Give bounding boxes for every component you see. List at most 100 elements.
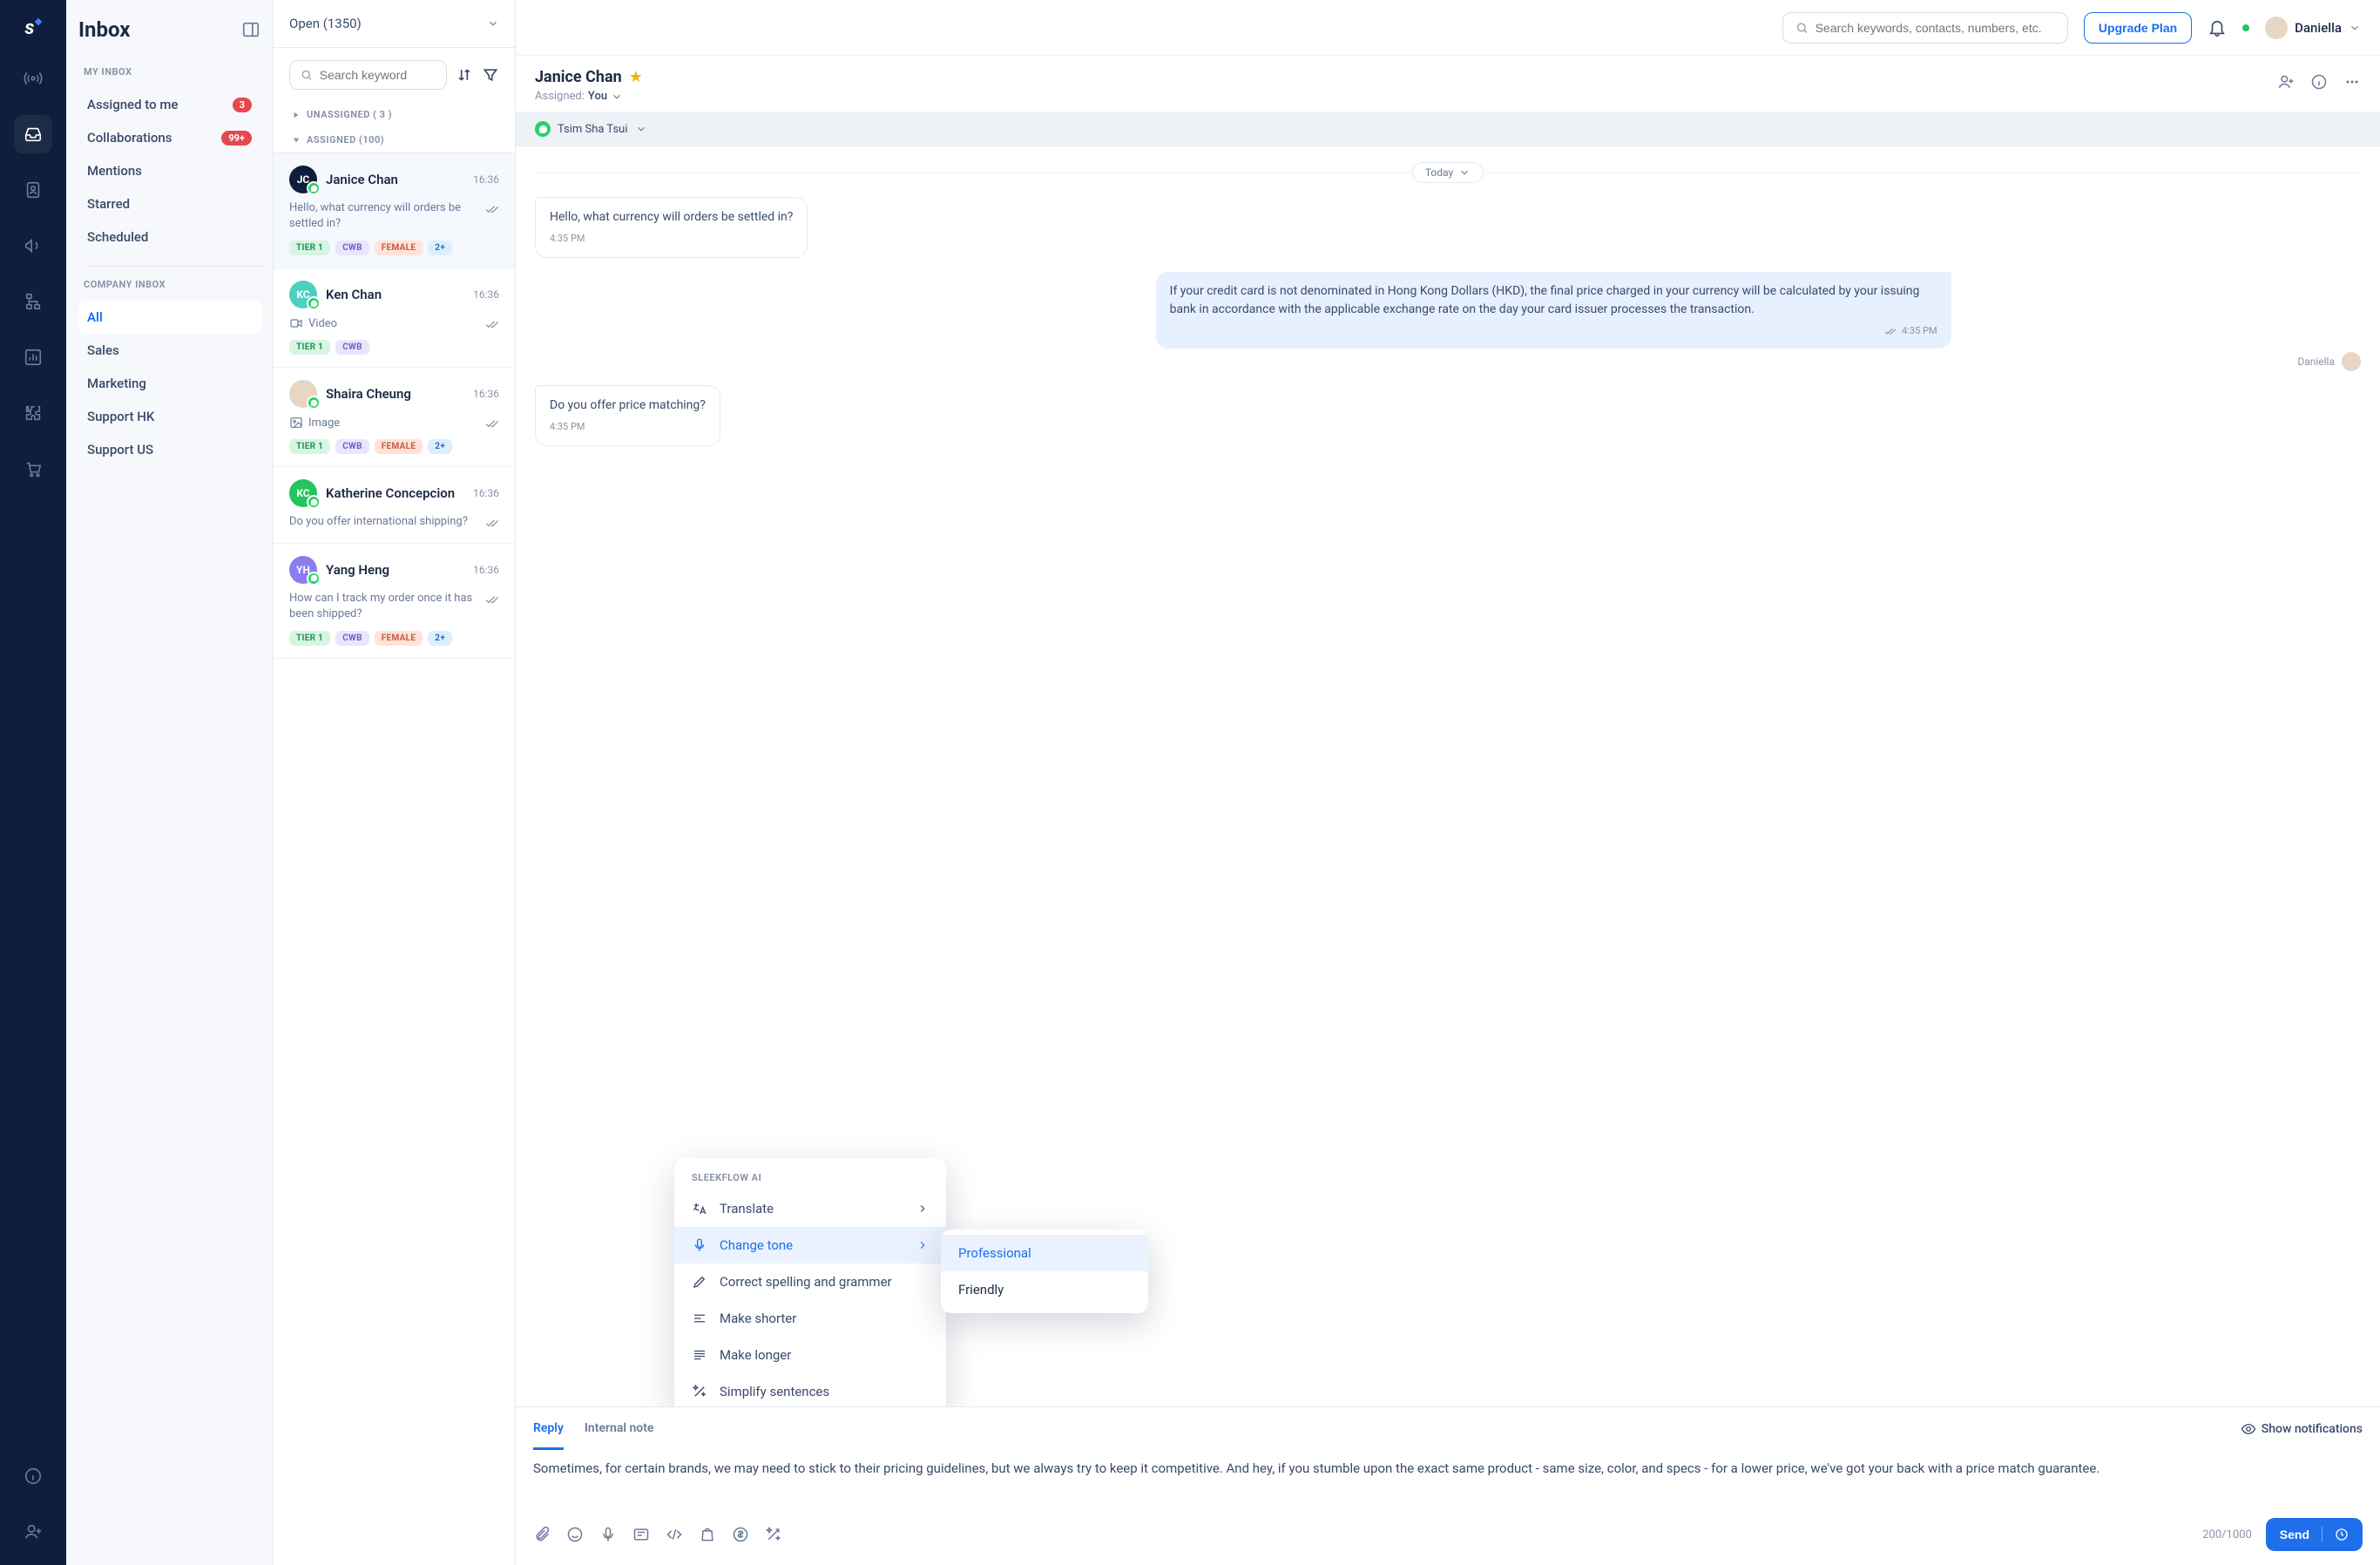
- show-notif-label: Show notifications: [2262, 1422, 2363, 1436]
- rail-flows[interactable]: [14, 282, 52, 321]
- conversation-item[interactable]: Shaira Cheung 16:36 ImageTIER 1CWBFEMALE…: [274, 368, 515, 467]
- message-in: Do you offer price matching? 4:35 PM: [535, 385, 720, 446]
- channel-selector[interactable]: Tsim Sha Tsui: [516, 112, 2380, 146]
- conversation-item[interactable]: YH Yang Heng 16:36 How can I track my or…: [274, 544, 515, 659]
- sidebar-collaborations[interactable]: Collaborations99+: [78, 121, 262, 154]
- double-check-icon: [485, 202, 499, 216]
- message-time: 4:35 PM: [550, 420, 706, 435]
- tag: 2+: [428, 241, 452, 255]
- badge: 3: [233, 98, 252, 112]
- ai-menu: SLEEKFLOW AI TranslateChange toneCorrect…: [674, 1158, 946, 1406]
- sidebar-all[interactable]: All: [78, 301, 262, 334]
- bell-icon[interactable]: [2208, 18, 2227, 37]
- emoji-icon[interactable]: [566, 1526, 584, 1543]
- contacts-icon: [24, 180, 43, 200]
- date-divider[interactable]: Today: [1412, 162, 1484, 183]
- status-filter[interactable]: Open (1350): [274, 0, 515, 48]
- unassigned-group[interactable]: UNASSIGNED ( 3 ): [274, 102, 515, 127]
- rail-contacts[interactable]: [14, 171, 52, 209]
- user-menu[interactable]: Daniella: [2265, 17, 2361, 39]
- ai-tone-option[interactable]: Professional: [941, 1235, 1148, 1271]
- ai-magic-icon[interactable]: [765, 1526, 782, 1543]
- send-label: Send: [2280, 1528, 2309, 1541]
- filter-icon[interactable]: [482, 66, 499, 84]
- sort-icon[interactable]: [456, 66, 473, 84]
- nav-rail: s: [0, 0, 66, 1565]
- ai-item-longer[interactable]: Make longer: [674, 1337, 946, 1373]
- rail-campaigns[interactable]: [14, 227, 52, 265]
- schedule-icon[interactable]: [2335, 1528, 2349, 1541]
- rail-inbox[interactable]: [14, 115, 52, 153]
- rail-invite[interactable]: [14, 1513, 52, 1551]
- sidebar-marketing[interactable]: Marketing: [78, 367, 262, 400]
- ai-item-shorter[interactable]: Make shorter: [674, 1300, 946, 1337]
- sidebar-mentions[interactable]: Mentions: [78, 154, 262, 187]
- whatsapp-badge: [307, 296, 321, 310]
- search-input[interactable]: [320, 68, 436, 82]
- time: 16:36: [473, 288, 499, 301]
- panel-collapse-icon[interactable]: [241, 20, 260, 39]
- product-icon[interactable]: [699, 1526, 716, 1543]
- upgrade-plan-button[interactable]: Upgrade Plan: [2084, 12, 2192, 44]
- preview-text: Do you offer international shipping?: [289, 514, 478, 530]
- star-icon[interactable]: ★: [629, 68, 643, 86]
- rail-broadcast[interactable]: [14, 59, 52, 98]
- sidebar-starred[interactable]: Starred: [78, 187, 262, 220]
- tag: FEMALE: [375, 241, 423, 255]
- rail-integrations[interactable]: [14, 394, 52, 432]
- megaphone-icon: [24, 236, 43, 255]
- assign-user-icon[interactable]: [2277, 73, 2295, 91]
- voice-icon[interactable]: [599, 1526, 617, 1543]
- show-notifications[interactable]: Show notifications: [2241, 1421, 2363, 1437]
- tab-internal-note[interactable]: Internal note: [585, 1407, 654, 1450]
- ai-tone-option[interactable]: Friendly: [941, 1271, 1148, 1308]
- tag: 2+: [428, 631, 452, 646]
- ai-item-mic[interactable]: Change tone: [674, 1227, 946, 1264]
- rail-info[interactable]: [14, 1457, 52, 1495]
- assigned-to: You: [588, 90, 607, 103]
- sidebar-item-label: Mentions: [87, 163, 142, 179]
- chevron-right-icon: [916, 1239, 929, 1251]
- ai-item-simplify[interactable]: Simplify sentences: [674, 1373, 946, 1406]
- tag: TIER 1: [289, 241, 330, 255]
- conversation-item[interactable]: KC Katherine Concepcion 16:36 Do you off…: [274, 467, 515, 543]
- main-panel: Upgrade Plan Daniella Janice Chan ★ Assi…: [516, 0, 2380, 1565]
- send-button[interactable]: Send: [2266, 1518, 2363, 1551]
- conversation-item[interactable]: JC Janice Chan 16:36 Hello, what currenc…: [274, 153, 515, 268]
- more-icon[interactable]: [2343, 73, 2361, 91]
- compose-textarea[interactable]: Sometimes, for certain brands, we may ne…: [516, 1450, 2380, 1511]
- assigned-row[interactable]: Assigned: You: [535, 90, 643, 103]
- rail-commerce[interactable]: [14, 450, 52, 488]
- contact-name: Janice Chan: [535, 68, 622, 86]
- sidebar-sales[interactable]: Sales: [78, 334, 262, 367]
- sidebar-item-label: Assigned to me: [87, 97, 178, 112]
- user-plus-icon: [24, 1522, 43, 1541]
- whatsapp-badge: [307, 396, 321, 410]
- message-text: Do you offer price matching?: [550, 396, 706, 415]
- search-conversations[interactable]: [289, 60, 447, 90]
- sidebar-support-hk[interactable]: Support HK: [78, 400, 262, 433]
- inbox-icon: [24, 125, 43, 144]
- global-search[interactable]: [1782, 12, 2068, 44]
- code-icon[interactable]: [666, 1526, 683, 1543]
- attachment-icon[interactable]: [533, 1526, 551, 1543]
- search-icon: [1795, 21, 1809, 35]
- payment-icon[interactable]: [732, 1526, 749, 1543]
- ai-item-pen[interactable]: Correct spelling and grammer: [674, 1264, 946, 1300]
- quick-reply-icon[interactable]: [632, 1526, 650, 1543]
- sidebar-scheduled[interactable]: Scheduled: [78, 220, 262, 254]
- sidebar-support-us[interactable]: Support US: [78, 433, 262, 466]
- tab-reply[interactable]: Reply: [533, 1407, 564, 1450]
- avatar: YH: [289, 556, 317, 584]
- tag-row: TIER 1CWBFEMALE2+: [289, 439, 499, 454]
- global-search-input[interactable]: [1815, 21, 2055, 35]
- sidebar-item-label: Starred: [87, 196, 130, 212]
- rail-analytics[interactable]: [14, 338, 52, 376]
- info-icon[interactable]: [2310, 73, 2328, 91]
- conversation-item[interactable]: KC Ken Chan 16:36 VideoTIER 1CWB: [274, 268, 515, 368]
- ai-item-translate[interactable]: Translate: [674, 1190, 946, 1227]
- assigned-group[interactable]: ASSIGNED (100): [274, 127, 515, 152]
- flow-icon: [24, 292, 43, 311]
- sidebar-item-label: All: [87, 309, 103, 325]
- sidebar-assigned-to-me[interactable]: Assigned to me 3: [78, 88, 262, 121]
